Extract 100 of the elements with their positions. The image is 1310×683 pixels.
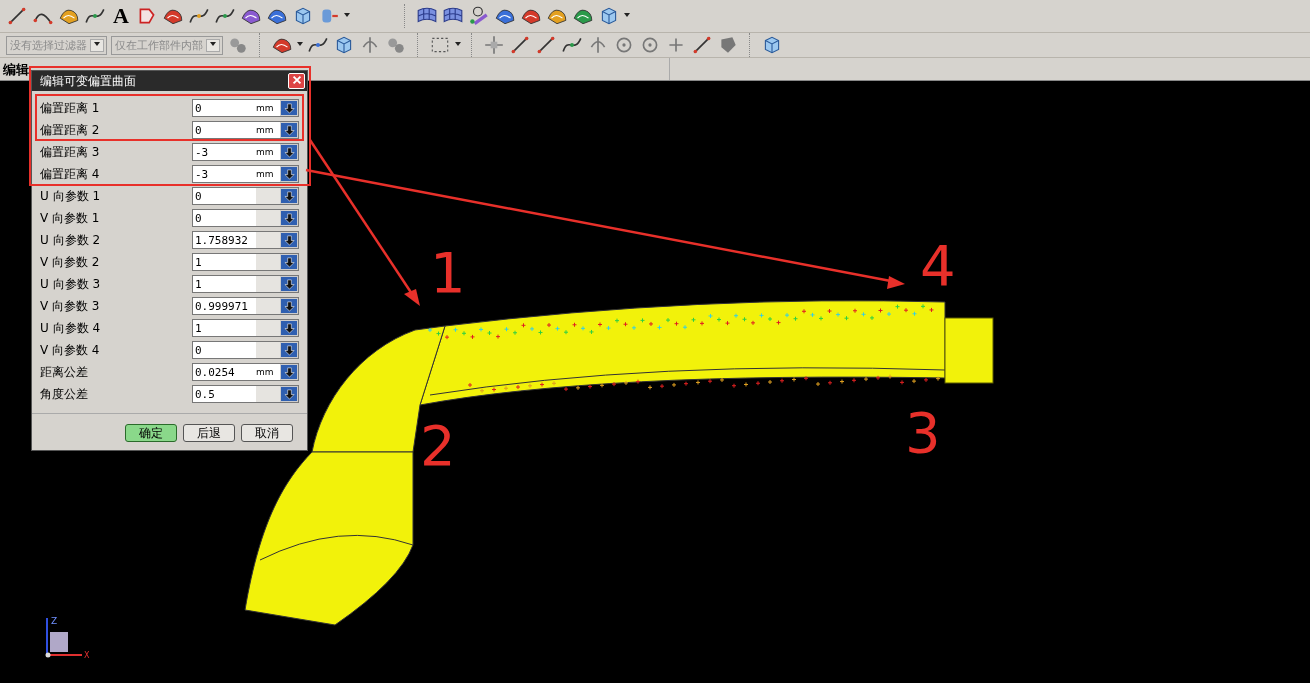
point-marker xyxy=(487,330,492,336)
dropdown-button[interactable] xyxy=(280,254,298,270)
dropdown-button[interactable] xyxy=(280,364,298,380)
point-marker xyxy=(839,379,845,385)
point-marker xyxy=(869,315,875,321)
point-marker xyxy=(851,377,857,383)
down-arrow-icon xyxy=(283,190,295,202)
point-marker xyxy=(635,379,641,385)
input-field[interactable]: 0.999971 xyxy=(192,297,299,315)
point-marker xyxy=(743,382,749,387)
field-label: U 向参数 3 xyxy=(40,275,101,293)
point-marker xyxy=(725,320,730,326)
point-marker xyxy=(470,334,475,340)
point-marker xyxy=(665,317,671,323)
dropdown-button[interactable] xyxy=(280,276,298,292)
point-marker xyxy=(597,322,603,327)
down-arrow-icon xyxy=(283,366,295,378)
down-arrow-icon xyxy=(283,234,295,246)
axis-triad-icon xyxy=(45,617,83,658)
dropdown-button[interactable] xyxy=(280,342,298,358)
field-label: 偏置距离 1 xyxy=(40,99,100,117)
point-marker xyxy=(599,382,605,388)
axis-label: Z xyxy=(51,616,58,626)
point-marker xyxy=(767,379,773,385)
point-marker xyxy=(878,308,883,313)
point-marker xyxy=(923,377,929,383)
close-icon[interactable] xyxy=(288,73,305,89)
dropdown-button[interactable] xyxy=(280,188,298,204)
point-marker xyxy=(887,374,893,380)
point-marker xyxy=(920,303,926,309)
input-field[interactable]: 0 mm xyxy=(192,121,299,139)
point-marker xyxy=(935,376,941,382)
dropdown-button[interactable] xyxy=(280,210,298,226)
point-marker xyxy=(844,315,849,321)
input-field[interactable]: 0 xyxy=(192,187,299,205)
field-label: V 向参数 4 xyxy=(40,341,100,359)
point-marker xyxy=(512,330,518,336)
point-marker xyxy=(912,311,917,317)
dialog-button[interactable]: 后退 xyxy=(183,424,235,442)
point-marker xyxy=(852,308,858,314)
point-marker xyxy=(733,313,739,319)
field-label: U 向参数 1 xyxy=(40,187,101,205)
input-field[interactable]: 0.5 xyxy=(192,385,299,403)
point-marker xyxy=(623,321,628,327)
dropdown-button[interactable] xyxy=(280,166,298,182)
point-marker xyxy=(479,388,485,394)
point-marker xyxy=(504,326,509,332)
line-icon[interactable] xyxy=(691,34,713,56)
dropdown-button[interactable] xyxy=(280,100,298,116)
point-marker xyxy=(539,382,545,388)
down-arrow-icon xyxy=(283,300,295,312)
input-field[interactable]: -3 mm xyxy=(192,165,299,183)
point-marker xyxy=(529,326,535,332)
field-label: V 向参数 1 xyxy=(40,209,100,227)
point-marker xyxy=(555,326,560,332)
dropdown-button[interactable] xyxy=(280,144,298,160)
point-marker xyxy=(503,385,509,391)
point-marker xyxy=(742,316,747,322)
point-marker xyxy=(929,307,934,313)
dialog-button[interactable]: 取消 xyxy=(241,424,293,442)
point-marker xyxy=(750,320,756,326)
point-marker xyxy=(538,330,543,335)
field-label: V 向参数 3 xyxy=(40,297,100,315)
dropdown-button[interactable] xyxy=(280,298,298,314)
down-arrow-icon xyxy=(283,278,295,290)
point-marker xyxy=(827,380,833,386)
point-marker xyxy=(767,316,773,322)
dropdown-button[interactable] xyxy=(280,122,298,138)
point-marker xyxy=(674,321,679,327)
line-icon[interactable] xyxy=(509,34,531,56)
down-arrow-icon xyxy=(283,146,295,158)
point-marker xyxy=(899,379,905,385)
input-field[interactable]: 0.0254 mm xyxy=(192,363,299,381)
point-marker xyxy=(575,385,581,391)
input-field[interactable]: 0 xyxy=(192,341,299,359)
handwritten-number: 3 xyxy=(905,405,941,461)
input-field[interactable]: 1.758932 xyxy=(192,231,299,249)
text-tool-button[interactable]: A xyxy=(110,4,132,28)
input-field[interactable]: 1 xyxy=(192,319,299,337)
input-field[interactable]: -3 mm xyxy=(192,143,299,161)
point-marker xyxy=(546,322,552,328)
point-marker xyxy=(515,384,521,390)
input-field[interactable]: 1 xyxy=(192,253,299,271)
point-marker xyxy=(835,312,841,318)
line-icon[interactable] xyxy=(535,34,557,56)
point-marker xyxy=(682,324,688,330)
dropdown-button[interactable] xyxy=(280,232,298,248)
handwritten-number: 4 xyxy=(920,238,956,294)
point-marker xyxy=(903,307,909,313)
handwritten-number: 2 xyxy=(420,418,456,474)
input-field[interactable]: 0 mm xyxy=(192,99,299,117)
line-icon[interactable] xyxy=(6,5,28,27)
dropdown-button[interactable] xyxy=(280,386,298,402)
dialog-button[interactable]: 确定 xyxy=(125,424,177,442)
point-marker xyxy=(683,381,689,387)
point-marker xyxy=(527,383,533,389)
dropdown-button[interactable] xyxy=(280,320,298,336)
input-field[interactable]: 0 xyxy=(192,209,299,227)
down-arrow-icon xyxy=(283,102,295,114)
input-field[interactable]: 1 xyxy=(192,275,299,293)
